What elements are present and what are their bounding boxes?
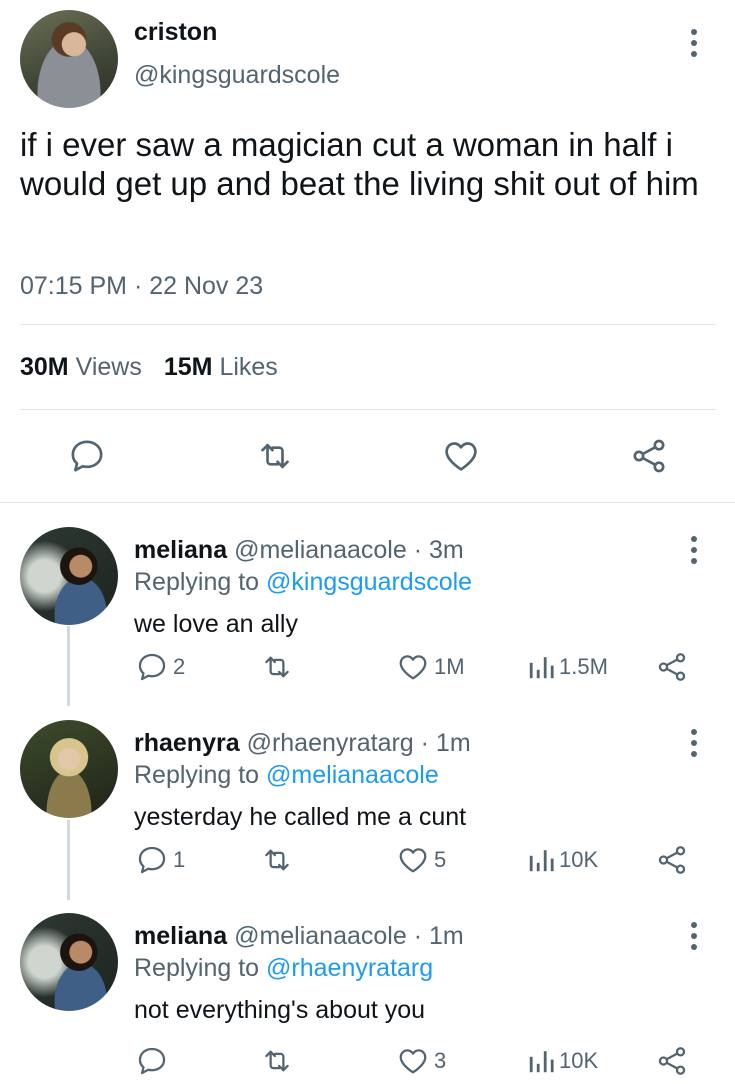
like-button[interactable]: 5	[396, 840, 446, 880]
handle-time[interactable]: @rhaenyratarg · 1m	[247, 729, 471, 757]
views-button[interactable]: 10K	[527, 1041, 598, 1081]
tweet-stats: 30M Views 15M Likes	[20, 353, 278, 382]
share-icon	[658, 846, 686, 874]
analytics-icon	[529, 657, 554, 679]
analytics-icon	[529, 1051, 554, 1073]
more-options-icon[interactable]	[690, 922, 698, 950]
tweet-action-bar	[0, 430, 735, 482]
divider	[20, 324, 716, 325]
views-button[interactable]: 10K	[527, 840, 598, 880]
reply-button[interactable]	[135, 1041, 173, 1081]
like-count: 1M	[434, 654, 465, 679]
reply-header: meliana @melianaacole · 3m	[134, 536, 464, 565]
analytics-icon	[529, 850, 554, 872]
reply-tweet[interactable]: rhaenyra @rhaenyratarg · 1m Replying to …	[0, 698, 735, 892]
reply-button[interactable]: 1	[135, 840, 185, 880]
retweet-icon[interactable]	[255, 436, 295, 476]
likes-count[interactable]: 15M	[164, 353, 213, 381]
retweet-button[interactable]	[260, 647, 294, 687]
reply-text: not everything's about you	[134, 996, 426, 1024]
more-options-icon[interactable]	[690, 729, 698, 757]
reply-button[interactable]: 2	[135, 647, 185, 687]
reply-icon	[138, 653, 166, 681]
handle-time[interactable]: @melianaacole · 1m	[234, 922, 464, 950]
reply-count: 2	[173, 654, 186, 679]
views-count[interactable]: 30M	[20, 353, 69, 381]
share-button[interactable]	[655, 840, 689, 880]
share-button[interactable]	[655, 1041, 689, 1081]
views-button[interactable]: 1.5M	[527, 647, 608, 687]
divider	[0, 502, 735, 503]
reply-action-bar: 3 10K	[0, 1041, 735, 1081]
tweet-timestamp[interactable]: 07:15 PM · 22 Nov 23	[20, 272, 263, 301]
retweet-button[interactable]	[260, 1041, 294, 1081]
share-icon[interactable]	[629, 436, 669, 476]
share-button[interactable]	[655, 647, 689, 687]
heart-icon	[399, 848, 427, 873]
view-count: 10K	[559, 1048, 599, 1073]
handle-time[interactable]: @melianaacole · 3m	[234, 536, 464, 564]
reply-header: meliana @melianaacole · 1m	[134, 922, 464, 951]
retweet-icon	[265, 1050, 289, 1072]
share-icon	[658, 653, 686, 681]
replying-prefix: Replying to	[134, 568, 267, 596]
more-options-icon[interactable]	[690, 536, 698, 564]
replying-prefix: Replying to	[134, 954, 267, 982]
replying-to-link[interactable]: @kingsguardscole	[266, 568, 472, 596]
replying-to: Replying to @kingsguardscole	[134, 568, 472, 597]
like-count: 5	[434, 847, 447, 872]
replying-to-link[interactable]: @rhaenyratarg	[266, 954, 433, 982]
reply-count: 1	[173, 847, 186, 872]
retweet-button[interactable]	[260, 840, 294, 880]
heart-icon	[399, 1049, 427, 1074]
reply-icon	[138, 1047, 166, 1075]
reply-tweet[interactable]: meliana @melianaacole · 3m Replying to @…	[0, 505, 735, 699]
avatar[interactable]	[20, 10, 118, 108]
replying-to: Replying to @melianaacole	[134, 761, 439, 790]
replying-to-link[interactable]: @melianaacole	[266, 761, 439, 789]
user-handle[interactable]: @kingsguardscole	[134, 61, 340, 90]
like-button[interactable]: 1M	[396, 647, 465, 687]
view-count: 10K	[559, 847, 599, 872]
divider	[20, 409, 716, 410]
likes-label[interactable]: Likes	[219, 353, 277, 381]
reply-text: yesterday he called me a cunt	[134, 803, 467, 831]
display-name[interactable]: criston	[134, 18, 217, 47]
display-name[interactable]: meliana	[134, 922, 227, 950]
display-name[interactable]: rhaenyra	[134, 729, 240, 757]
retweet-icon	[265, 849, 289, 871]
heart-icon	[399, 655, 427, 680]
reply-icon[interactable]	[67, 436, 107, 476]
view-count: 1.5M	[559, 654, 608, 679]
more-options-icon[interactable]	[690, 29, 698, 57]
retweet-icon	[265, 656, 289, 678]
reply-action-bar: 2 1M 1.5M	[0, 647, 735, 687]
tweet-text: if i ever saw a magician cut a woman in …	[20, 126, 699, 202]
like-button[interactable]: 3	[396, 1041, 446, 1081]
avatar[interactable]	[20, 720, 118, 818]
reply-tweet[interactable]: meliana @melianaacole · 1m Replying to @…	[0, 891, 735, 1084]
heart-icon[interactable]	[441, 436, 481, 476]
reply-header: rhaenyra @rhaenyratarg · 1m	[134, 729, 471, 758]
replying-prefix: Replying to	[134, 761, 267, 789]
display-name[interactable]: meliana	[134, 536, 227, 564]
reply-icon	[138, 846, 166, 874]
main-tweet: criston @kingsguardscole if i ever saw a…	[0, 0, 735, 502]
reply-action-bar: 1 5 10K	[0, 840, 735, 880]
replying-to: Replying to @rhaenyratarg	[134, 954, 433, 983]
views-label[interactable]: Views	[76, 353, 142, 381]
avatar[interactable]	[20, 527, 118, 625]
like-count: 3	[434, 1048, 447, 1073]
avatar[interactable]	[20, 913, 118, 1011]
share-icon	[658, 1047, 686, 1075]
reply-text: we love an ally	[134, 610, 298, 638]
